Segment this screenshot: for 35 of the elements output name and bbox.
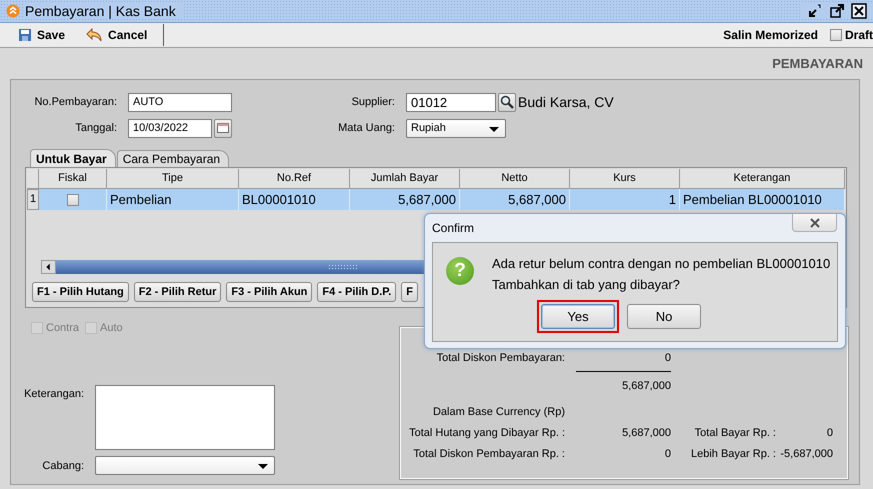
draft-label: Draft <box>844 28 873 42</box>
field-label: Supplier: <box>350 96 395 108</box>
dialog-message: Tambahkan di tab yang dibayar? <box>492 276 681 294</box>
summary-value: 5,687,000 <box>621 379 671 393</box>
dialog-title: Confirm <box>432 221 474 235</box>
row-number: 1 <box>27 189 39 210</box>
table-cell: 5,687,000 <box>460 189 570 210</box>
table-cell: 1 <box>570 189 680 210</box>
supplier-name: Budi Karsa, CV <box>518 94 614 110</box>
summary-value: 5,687,000 <box>621 426 671 440</box>
checkbox-label: Auto <box>100 322 123 334</box>
field-label: Keterangan: <box>23 387 84 400</box>
field-label: No.Pembayaran: <box>33 96 117 108</box>
field-label: Cabang: <box>41 460 84 472</box>
summary-label: Total Diskon Pembayaran: <box>436 351 565 365</box>
field-label: Tanggal: <box>74 122 117 134</box>
summary-label: Lebih Bayar Rp. : <box>690 447 776 461</box>
summary-value: 0 <box>664 351 671 365</box>
summary-value: 0 <box>664 447 671 461</box>
summary-value: -5,687,000 <box>779 447 833 461</box>
question-icon: ? <box>446 257 474 285</box>
table-cell: Pembelian <box>107 189 239 210</box>
summary-label: Total Hutang yang Dibayar Rp. : <box>408 426 565 440</box>
table-cell: BL00001010 <box>239 189 350 210</box>
dialog-message: Ada retur belum contra dengan no pembelian BL00001010 <box>492 255 830 273</box>
summary-label: Total Diskon Pembayaran Rp. : <box>412 447 565 461</box>
table-cell: Pembelian BL00001010 <box>680 189 845 210</box>
summary-label: Total Bayar Rp. : <box>694 426 776 440</box>
table-cell: 5,687,000 <box>350 189 460 210</box>
page-title: PEMBAYARAN <box>772 56 863 73</box>
field-label: Mata Uang: <box>337 122 395 134</box>
summary-value: 0 <box>826 426 833 440</box>
checkbox-label: Contra <box>46 322 80 334</box>
window-title: Pembayaran | Kas Bank <box>25 3 182 19</box>
summary-label: Dalam Base Currency (Rp) <box>432 405 565 419</box>
